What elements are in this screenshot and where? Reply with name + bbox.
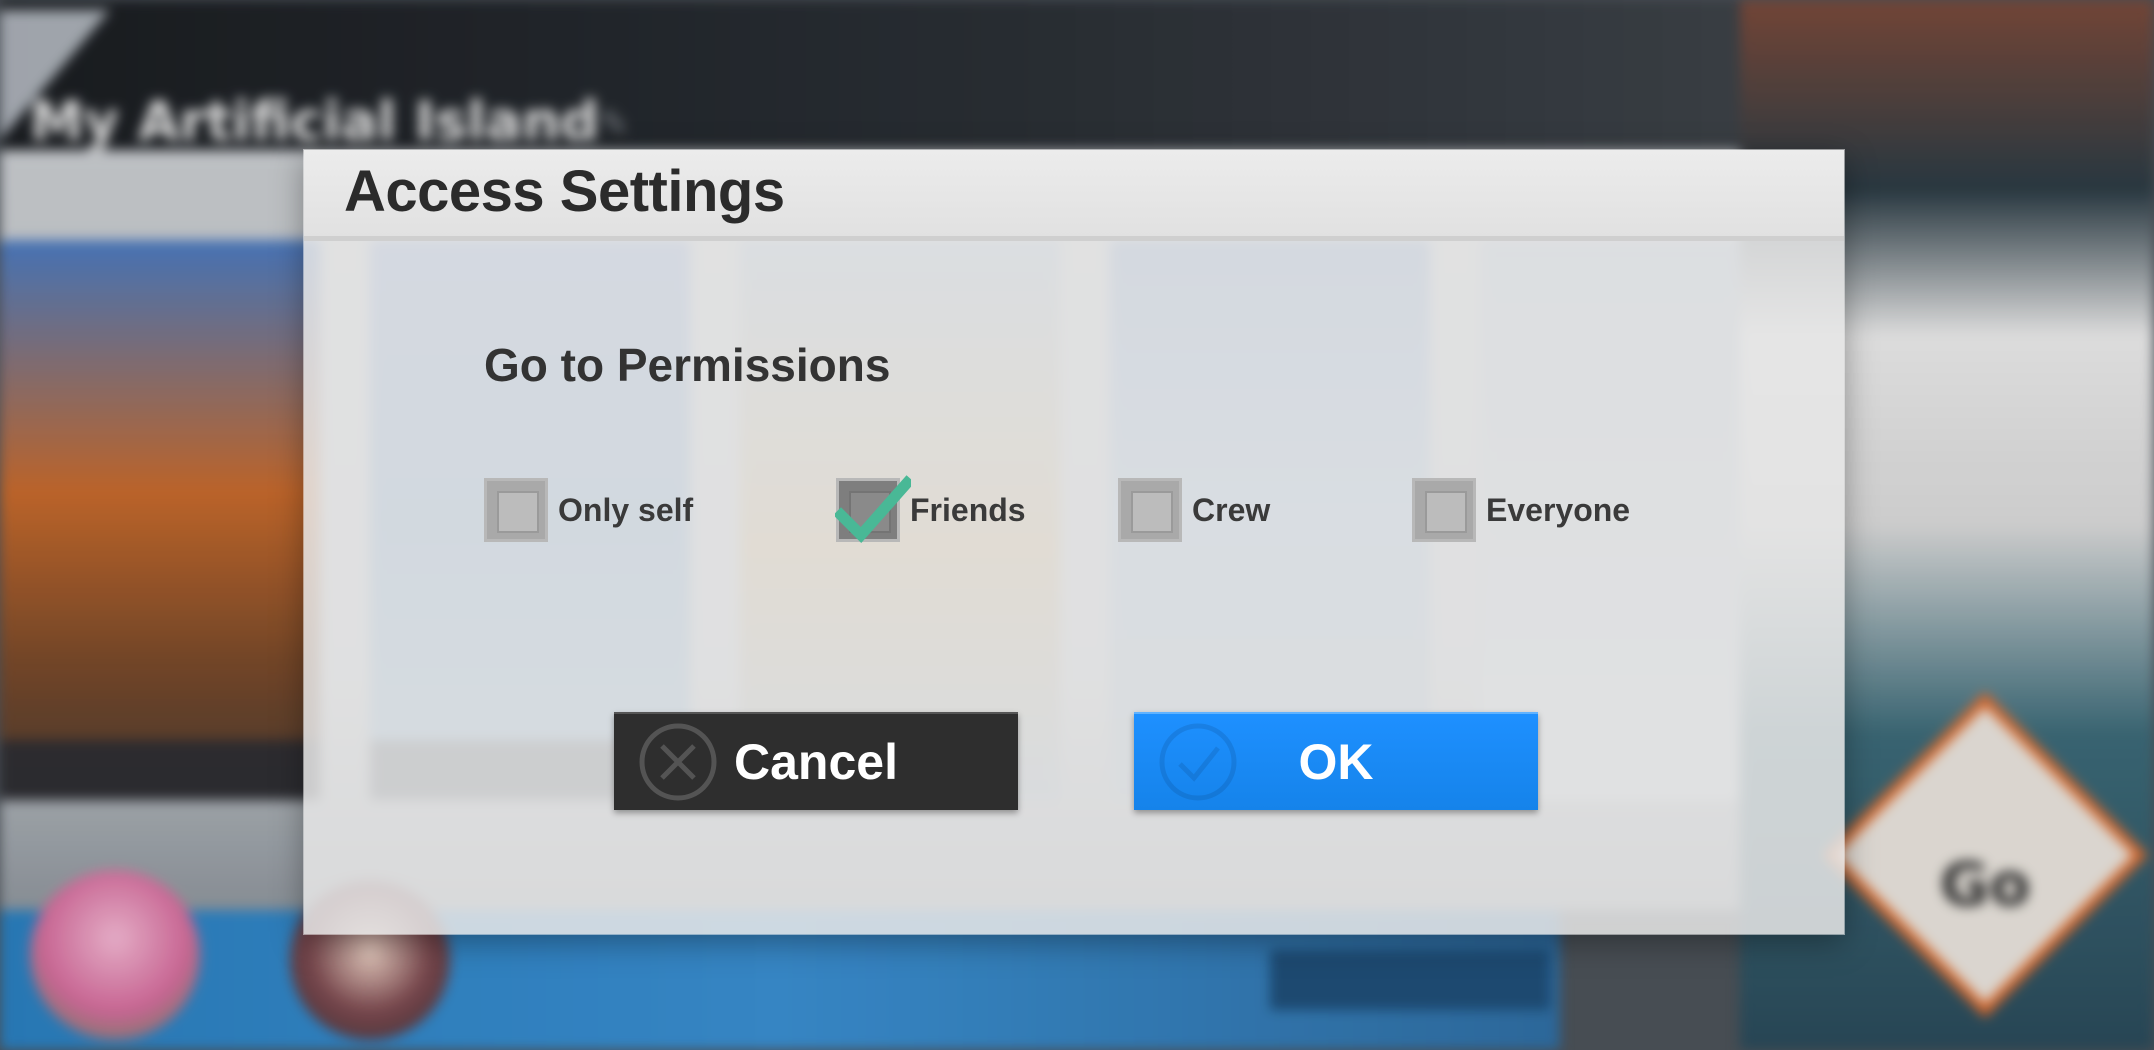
option-only-self[interactable]: Only self — [484, 475, 693, 545]
cancel-button[interactable]: Cancel — [614, 712, 1018, 810]
option-label: Friends — [910, 491, 1026, 528]
access-settings-dialog: Access Settings Go to Permissions Only s… — [304, 150, 1844, 934]
cancel-icon — [639, 723, 717, 801]
friends-checkbox[interactable] — [835, 475, 911, 544]
everyone-checkbox[interactable] — [1412, 478, 1476, 542]
crew-checkbox[interactable] — [1118, 478, 1182, 542]
option-label: Everyone — [1486, 491, 1631, 528]
only-self-checkbox[interactable] — [484, 478, 548, 542]
option-label: Crew — [1192, 491, 1271, 528]
checkmark-icon — [835, 475, 911, 544]
ok-button[interactable]: OK — [1134, 712, 1538, 810]
option-crew[interactable]: Crew — [1118, 475, 1270, 545]
ok-label: OK — [1298, 734, 1374, 790]
dialog-title: Access Settings — [344, 159, 785, 224]
confirm-icon — [1159, 723, 1237, 801]
cancel-label: Cancel — [734, 734, 898, 790]
permissions-heading: Go to Permissions — [484, 339, 891, 391]
option-friends[interactable]: Friends — [835, 475, 1026, 545]
option-label: Only self — [558, 491, 694, 528]
dialog-header: Access Settings — [304, 150, 1844, 241]
option-everyone[interactable]: Everyone — [1412, 475, 1630, 545]
